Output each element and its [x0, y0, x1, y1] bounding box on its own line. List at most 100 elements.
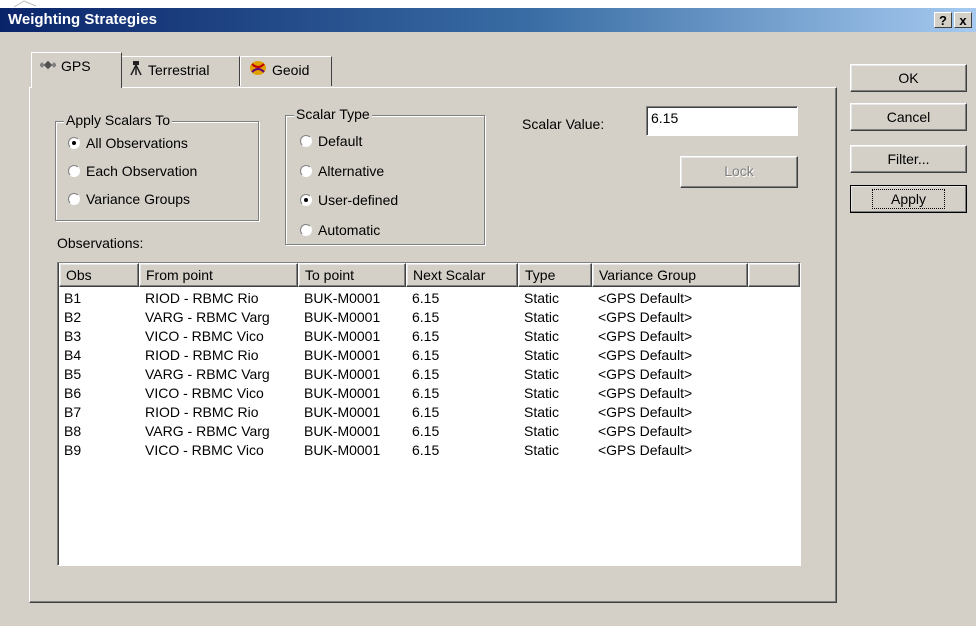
table-cell: <GPS Default> — [598, 309, 693, 325]
table-cell: Static — [524, 309, 560, 325]
table-cell: B8 — [64, 423, 82, 439]
table-cell: B9 — [64, 442, 82, 458]
table-cell: B4 — [64, 347, 82, 363]
table-cell: <GPS Default> — [598, 385, 693, 401]
table-cell: Static — [524, 385, 560, 401]
table-cell: Static — [524, 404, 560, 420]
radio-dot — [300, 224, 312, 236]
column-header-type[interactable]: Type — [518, 263, 592, 287]
radio-dot-selected — [68, 137, 80, 149]
cancel-button[interactable]: Cancel — [850, 103, 967, 131]
top-strip — [0, 0, 976, 8]
table-cell: BUK-M0001 — [304, 328, 381, 344]
radio-default[interactable]: Default — [300, 133, 362, 149]
table-cell: Static — [524, 290, 560, 306]
table-cell: <GPS Default> — [598, 423, 693, 439]
table-cell: RIOD - RBMC Rio — [145, 290, 259, 306]
table-cell: <GPS Default> — [598, 404, 693, 420]
tab-label: GPS — [61, 58, 91, 74]
table-cell: 6.15 — [412, 347, 440, 363]
column-header-empty — [748, 263, 800, 287]
table-cell: BUK-M0001 — [304, 423, 381, 439]
observations-label: Observations: — [57, 235, 144, 251]
scalar-value-input[interactable]: 6.15 — [646, 106, 798, 136]
lock-button[interactable]: Lock — [680, 156, 798, 188]
table-cell: Static — [524, 328, 560, 344]
table-cell: 6.15 — [412, 385, 440, 401]
radio-each-observation[interactable]: Each Observation — [68, 163, 197, 179]
table-cell: 6.15 — [412, 404, 440, 420]
radio-dot — [300, 165, 312, 177]
table-cell: Static — [524, 442, 560, 458]
table-cell: <GPS Default> — [598, 347, 693, 363]
table-cell: VICO - RBMC Vico — [145, 385, 264, 401]
table-cell: Static — [524, 423, 560, 439]
table-cell: BUK-M0001 — [304, 290, 381, 306]
window-decoration-icon — [13, 0, 37, 8]
table-cell: B3 — [64, 328, 82, 344]
satellite-icon — [39, 54, 57, 80]
table-cell: BUK-M0001 — [304, 309, 381, 325]
ok-button[interactable]: OK — [850, 64, 967, 92]
table-cell: Static — [524, 366, 560, 382]
radio-variance-groups[interactable]: Variance Groups — [68, 191, 190, 207]
help-button[interactable]: ? — [934, 12, 952, 28]
table-row[interactable]: B3 VICO - RBMC Vico BUK-M0001 6.15 Static <GP… — [58, 327, 798, 346]
column-header-obs[interactable]: Obs — [59, 263, 139, 287]
table-row[interactable]: B2 VARG - RBMC Varg BUK-M0001 6.15 Static <GP… — [58, 308, 798, 327]
table-cell: RIOD - RBMC Rio — [145, 404, 259, 420]
radio-user-defined[interactable]: User-defined — [300, 192, 398, 208]
table-cell: <GPS Default> — [598, 442, 693, 458]
scalar-value-label: Scalar Value: — [522, 116, 605, 132]
table-row[interactable]: B4 RIOD - RBMC Rio BUK-M0001 6.15 Static <GPS… — [58, 346, 798, 365]
table-row[interactable]: B6 VICO - RBMC Vico BUK-M0001 6.15 Static <GP… — [58, 384, 798, 403]
table-cell: RIOD - RBMC Rio — [145, 347, 259, 363]
column-header-next-scalar[interactable]: Next Scalar — [406, 263, 518, 287]
tab-label: Geoid — [272, 62, 310, 78]
tab-gps[interactable]: GPS — [31, 52, 122, 88]
radio-dot-selected — [300, 194, 312, 206]
filter-button[interactable]: Filter... — [850, 145, 967, 173]
table-cell: 6.15 — [412, 328, 440, 344]
window-title: Weighting Strategies — [8, 11, 157, 28]
radio-alternative[interactable]: Alternative — [300, 163, 384, 179]
table-row[interactable]: B9 VICO - RBMC Vico BUK-M0001 6.15 Static <GP… — [58, 441, 798, 460]
column-header-variance-group[interactable]: Variance Group — [592, 263, 748, 287]
column-header-from-point[interactable]: From point — [139, 263, 298, 287]
apply-button[interactable]: Apply — [850, 185, 967, 213]
table-row[interactable]: B7 RIOD - RBMC Rio BUK-M0001 6.15 Static <GPS… — [58, 403, 798, 422]
tab-geoid[interactable]: Geoid — [240, 56, 332, 86]
radio-all-observations[interactable]: All Observations — [68, 135, 188, 151]
radio-automatic[interactable]: Automatic — [300, 222, 380, 238]
table-row[interactable]: B1 RIOD - RBMC Rio BUK-M0001 6.15 Static <GPS… — [58, 289, 798, 308]
table-cell: BUK-M0001 — [304, 404, 381, 420]
table-cell: B1 — [64, 290, 82, 306]
table-cell: B2 — [64, 309, 82, 325]
table-cell: VICO - RBMC Vico — [145, 328, 264, 344]
table-cell: BUK-M0001 — [304, 366, 381, 382]
table-cell: <GPS Default> — [598, 328, 693, 344]
table-cell: BUK-M0001 — [304, 442, 381, 458]
table-cell: BUK-M0001 — [304, 385, 381, 401]
table-row[interactable]: B8 VARG - RBMC Varg BUK-M0001 6.15 Static <GP… — [58, 422, 798, 441]
table-cell: <GPS Default> — [598, 290, 693, 306]
table-cell: B5 — [64, 366, 82, 382]
title-bar: Weighting Strategies ? x — [0, 8, 976, 32]
surveyor-tripod-icon — [129, 58, 143, 84]
table-cell: B6 — [64, 385, 82, 401]
group-title: Scalar Type — [294, 106, 372, 122]
radio-dot — [68, 165, 80, 177]
group-title: Apply Scalars To — [64, 112, 173, 128]
observations-list[interactable]: Obs From point To point Next Scalar Type… — [57, 262, 801, 566]
table-row[interactable]: B5 VARG - RBMC Varg BUK-M0001 6.15 Static <GP… — [58, 365, 798, 384]
column-header-to-point[interactable]: To point — [298, 263, 406, 287]
table-cell: VICO - RBMC Vico — [145, 442, 264, 458]
table-cell: VARG - RBMC Varg — [145, 366, 270, 382]
table-cell: VARG - RBMC Varg — [145, 309, 270, 325]
tab-label: Terrestrial — [148, 62, 210, 78]
tab-terrestrial[interactable]: Terrestrial — [120, 56, 240, 86]
close-button[interactable]: x — [954, 12, 972, 28]
table-cell: 6.15 — [412, 423, 440, 439]
observations-rows: B1 RIOD - RBMC Rio BUK-M0001 6.15 Static <GPS… — [58, 289, 798, 460]
table-cell: 6.15 — [412, 442, 440, 458]
